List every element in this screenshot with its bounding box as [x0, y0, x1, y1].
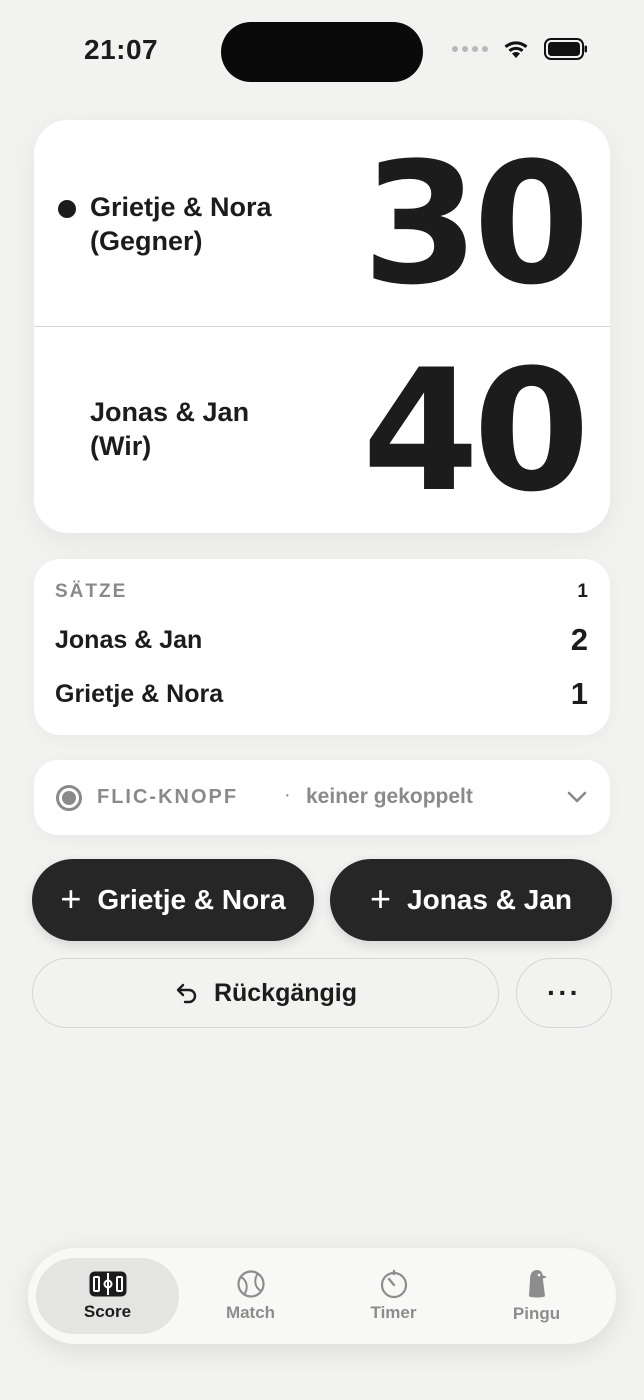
plus-icon: + [60, 877, 82, 919]
undo-label: Rückgängig [213, 978, 358, 1007]
wifi-icon [504, 41, 528, 58]
battery-icon [544, 38, 587, 60]
tab-pingu[interactable]: Pingu [465, 1258, 608, 1334]
undo-button[interactable]: Rückgängig [32, 958, 499, 1028]
sets-header: SÄTZE [55, 581, 128, 602]
tab-timer[interactable]: Timer [322, 1258, 465, 1334]
score-row-opponent[interactable]: Grietje & Nora (Gegner) 30 [34, 120, 610, 326]
team-role-label: (Wir) [90, 431, 152, 461]
team-name-label: Jonas & Jan [90, 397, 250, 427]
tab-match[interactable]: Match [179, 1258, 322, 1334]
penguin-icon [528, 1270, 547, 1298]
serve-indicator [58, 200, 76, 218]
cellular-signal-icon [452, 46, 488, 52]
more-options-button[interactable]: ··· [516, 958, 612, 1028]
plus-icon: + [370, 877, 392, 919]
tennis-ball-icon [236, 1270, 265, 1298]
sets-team-name: Jonas & Jan [55, 626, 203, 654]
points-opponent: 30 [362, 126, 590, 322]
team-name-opponent: Grietje & Nora (Gegner) [90, 190, 320, 258]
sets-card: SÄTZE 1 Jonas & Jan 2 Grietje & Nora 1 [34, 559, 610, 735]
sets-value: 2 [570, 622, 588, 657]
points-us: 40 [362, 333, 590, 529]
add-point-us-button[interactable]: + Jonas & Jan [330, 859, 612, 941]
undo-icon [176, 983, 197, 1004]
add-point-label: Grietje & Nora [97, 884, 286, 915]
court-icon [89, 1271, 126, 1297]
status-icons [452, 38, 588, 60]
team-name-label: Grietje & Nora [90, 192, 272, 222]
tab-label: Timer [370, 1303, 417, 1322]
flic-status: keiner gekoppelt [306, 785, 473, 808]
tab-label: Pingu [512, 1304, 561, 1323]
sets-team-name: Grietje & Nora [55, 680, 224, 708]
score-row-us[interactable]: Jonas & Jan (Wir) 40 [34, 326, 610, 532]
team-role-label: (Gegner) [90, 226, 203, 256]
sets-value: 1 [570, 676, 588, 711]
tab-label: Score [83, 1302, 132, 1321]
flic-label: FLIC-KNOPF [97, 786, 239, 808]
flic-status-icon [56, 785, 82, 811]
sets-column-header: 1 [577, 581, 588, 602]
flic-button-panel[interactable]: FLIC-KNOPF · keiner gekoppelt [34, 760, 610, 835]
flic-separator: · [284, 784, 291, 806]
team-name-us: Jonas & Jan (Wir) [90, 395, 320, 463]
score-card: Grietje & Nora (Gegner) 30 Jonas & Jan (… [34, 120, 610, 533]
add-point-label: Jonas & Jan [407, 884, 572, 915]
ellipsis-icon: ··· [547, 977, 581, 1008]
tab-bar: Score Match Timer Pingu [28, 1248, 616, 1344]
status-time: 21:07 [84, 34, 159, 65]
chevron-down-icon[interactable] [566, 786, 588, 808]
dynamic-island [221, 22, 423, 82]
tab-score[interactable]: Score [36, 1258, 179, 1334]
tab-label: Match [225, 1303, 276, 1322]
timer-icon [380, 1269, 407, 1299]
add-point-opponent-button[interactable]: + Grietje & Nora [32, 859, 314, 941]
